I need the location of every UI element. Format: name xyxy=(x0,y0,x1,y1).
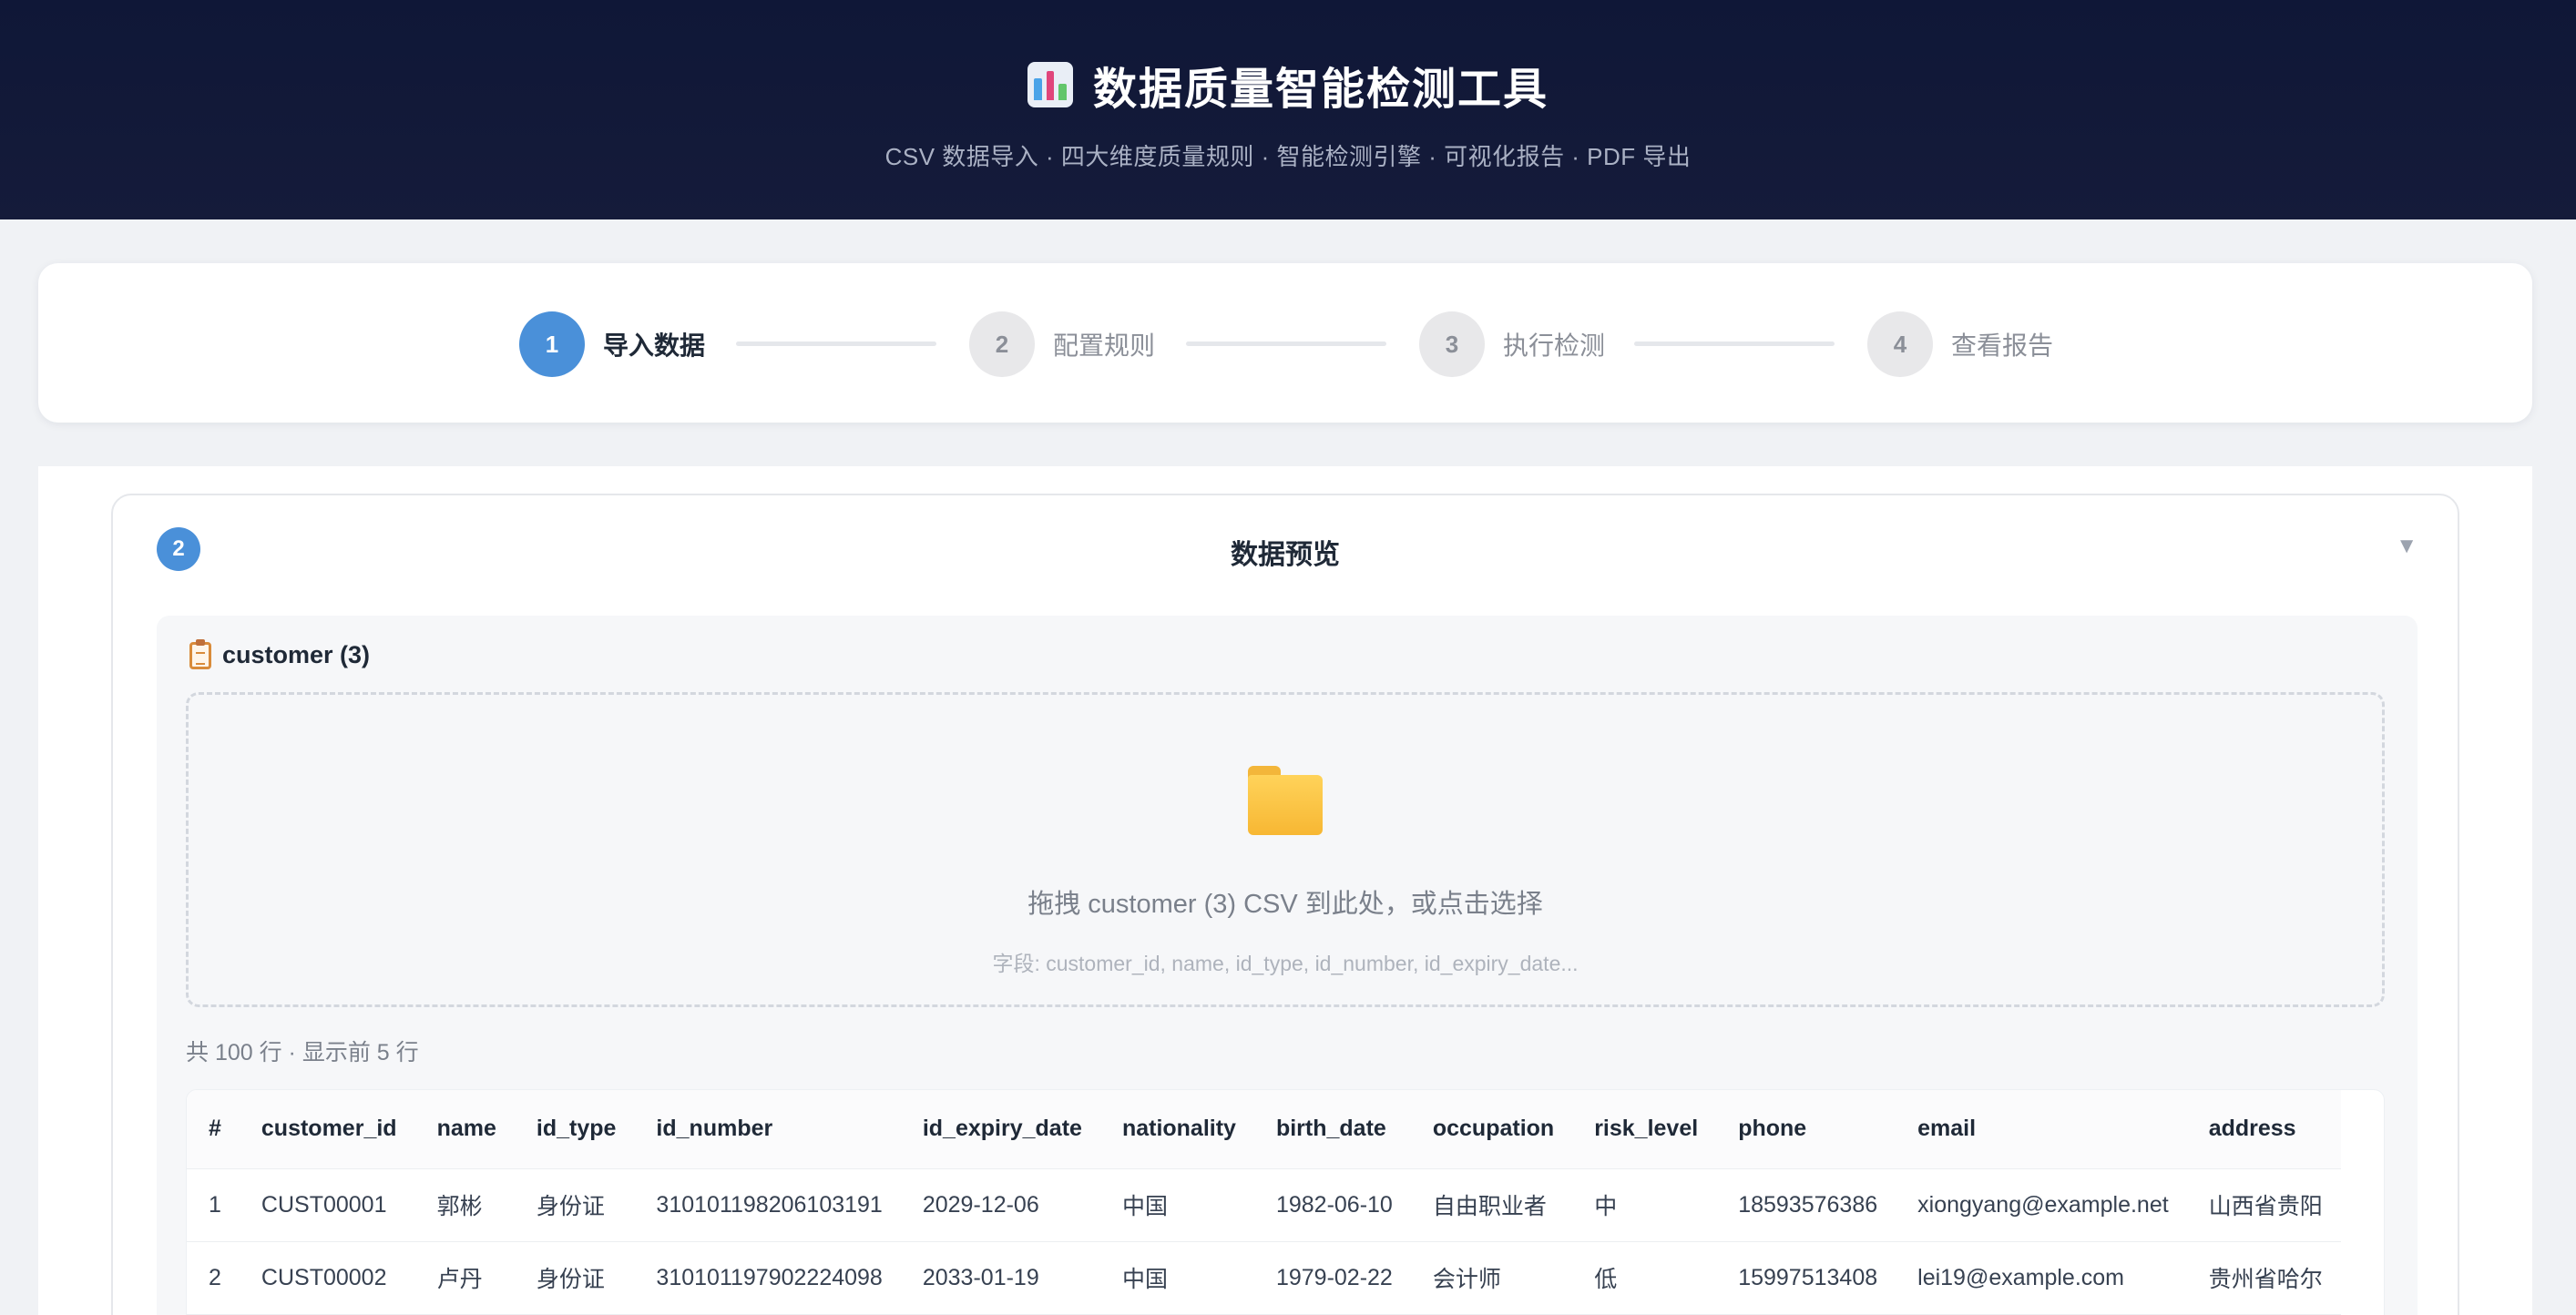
step-connector xyxy=(736,341,936,346)
app-title: 数据质量智能检测工具 xyxy=(1027,53,1549,117)
app-title-text: 数据质量智能检测工具 xyxy=(1092,66,1549,114)
column-header: id_number xyxy=(634,1090,901,1169)
step-view-report[interactable]: 4 查看报告 xyxy=(1867,311,2053,377)
table-cell: 山西省贵阳 xyxy=(2186,1168,2341,1242)
step-number: 1 xyxy=(519,311,585,377)
column-header: email xyxy=(1896,1090,2187,1169)
step-connector xyxy=(1186,341,1386,346)
table-cell: 15997513408 xyxy=(1716,1241,1896,1315)
dataset-header: customer (3) xyxy=(189,638,371,669)
table-cell: 中国 xyxy=(1099,1241,1254,1315)
table-cell: xiongyang@example.net xyxy=(1896,1168,2187,1242)
table-cell: 郭彬 xyxy=(414,1168,515,1242)
table-cell: 2029-12-06 xyxy=(900,1168,1100,1242)
csv-drop-zone[interactable]: 拖拽 customer (3) CSV 到此处，或点击选择 字段: custom… xyxy=(186,692,2385,1007)
column-header: id_type xyxy=(514,1090,635,1169)
wizard-stepper: 1 导入数据 2 配置规则 3 执行检测 4 查看报告 xyxy=(38,263,2532,423)
table-cell: 自由职业者 xyxy=(1410,1168,1573,1242)
preview-table: # customer_id name id_type id_number id_… xyxy=(187,1090,2341,1315)
step-import-data[interactable]: 1 导入数据 xyxy=(519,311,705,377)
step-label: 配置规则 xyxy=(1053,331,1156,360)
table-cell: 18593576386 xyxy=(1716,1168,1896,1242)
column-header: # xyxy=(187,1090,240,1169)
table-cell: 2 xyxy=(187,1241,240,1315)
step-label: 执行检测 xyxy=(1503,331,1606,360)
column-header: address xyxy=(2186,1090,2341,1169)
folder-icon xyxy=(1248,766,1323,835)
drop-zone-text: 拖拽 customer (3) CSV 到此处，或点击选择 xyxy=(1027,890,1543,919)
column-header: customer_id xyxy=(239,1090,415,1169)
dataset-panel: customer (3) 拖拽 customer (3) CSV 到此处，或点击… xyxy=(157,616,2418,1315)
table-cell: 身份证 xyxy=(514,1241,635,1315)
column-header: risk_level xyxy=(1572,1090,1717,1169)
table-cell: 会计师 xyxy=(1410,1241,1573,1315)
table-cell: 身份证 xyxy=(514,1168,635,1242)
table-cell: 中国 xyxy=(1099,1168,1254,1242)
preview-table-container[interactable]: # customer_id name id_type id_number id_… xyxy=(186,1089,2385,1315)
table-cell: CUST00001 xyxy=(239,1168,415,1242)
table-cell: 2033-01-19 xyxy=(900,1241,1100,1315)
collapse-chevron-icon[interactable]: ▼ xyxy=(2396,534,2418,559)
clipboard-icon xyxy=(189,638,211,669)
section-header[interactable]: 2 数据预览 ▼ xyxy=(113,495,2458,605)
table-cell: 贵州省哈尔 xyxy=(2186,1241,2341,1315)
step-number: 4 xyxy=(1867,311,1933,377)
step-label: 导入数据 xyxy=(603,331,706,360)
step-run-check[interactable]: 3 执行检测 xyxy=(1419,311,1605,377)
data-preview-section: 2 数据预览 ▼ customer (3) 拖拽 customer (3) CS… xyxy=(111,494,2459,1315)
app-subtitle: CSV 数据导入 · 四大维度质量规则 · 智能检测引擎 · 可视化报告 · P… xyxy=(884,143,1692,170)
row-count-text: 共 100 行 · 显示前 5 行 xyxy=(186,1040,419,1065)
column-header: occupation xyxy=(1410,1090,1573,1169)
dataset-name: customer (3) xyxy=(222,641,371,668)
column-header: phone xyxy=(1716,1090,1896,1169)
table-cell: 310101197902224098 xyxy=(634,1241,901,1315)
drop-zone-fields: 字段: customer_id, name, id_type, id_numbe… xyxy=(992,952,1579,975)
table-cell: lei19@example.com xyxy=(1896,1241,2187,1315)
table-header-row: # customer_id name id_type id_number id_… xyxy=(187,1090,2341,1169)
table-cell: 低 xyxy=(1572,1241,1717,1315)
table-cell: 中 xyxy=(1572,1168,1717,1242)
table-cell: 1 xyxy=(187,1168,240,1242)
table-cell: 1979-02-22 xyxy=(1253,1241,1411,1315)
step-number: 2 xyxy=(969,311,1035,377)
step-label: 查看报告 xyxy=(1951,331,2054,360)
main-panel: 2 数据预览 ▼ customer (3) 拖拽 customer (3) CS… xyxy=(38,466,2532,1315)
step-configure-rules[interactable]: 2 配置规则 xyxy=(969,311,1155,377)
bar-chart-icon xyxy=(1027,62,1073,107)
table-row: 2 CUST00002 卢丹 身份证 310101197902224098 20… xyxy=(187,1241,2341,1315)
step-number: 3 xyxy=(1419,311,1485,377)
table-row: 1 CUST00001 郭彬 身份证 310101198206103191 20… xyxy=(187,1168,2341,1242)
table-cell: CUST00002 xyxy=(239,1241,415,1315)
column-header: birth_date xyxy=(1253,1090,1411,1169)
table-cell: 310101198206103191 xyxy=(634,1168,901,1242)
section-title: 数据预览 xyxy=(1231,540,1340,570)
table-cell: 卢丹 xyxy=(414,1241,515,1315)
app-header: 数据质量智能检测工具 CSV 数据导入 · 四大维度质量规则 · 智能检测引擎 … xyxy=(0,0,2576,219)
step-connector xyxy=(1634,341,1835,346)
column-header: id_expiry_date xyxy=(900,1090,1100,1169)
column-header: name xyxy=(414,1090,515,1169)
column-header: nationality xyxy=(1099,1090,1254,1169)
table-cell: 1982-06-10 xyxy=(1253,1168,1411,1242)
